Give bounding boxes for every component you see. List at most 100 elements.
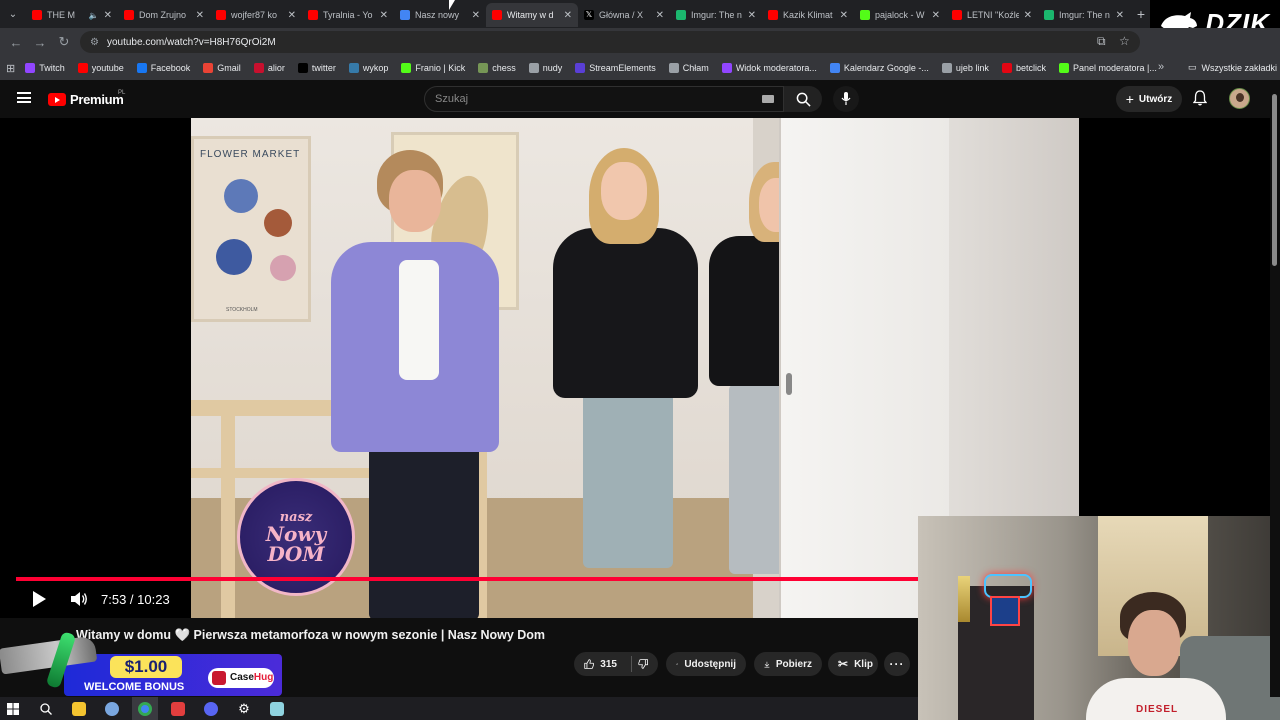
yt-favicon-icon <box>308 10 318 20</box>
close-tab-icon[interactable]: ✕ <box>288 10 296 21</box>
reload-icon[interactable]: ↻ <box>52 34 76 50</box>
brand-part-1: Case <box>230 672 254 683</box>
bookmark-favicon-icon <box>1001 63 1012 73</box>
bookmark-item[interactable]: StreamElements <box>575 63 656 73</box>
like-icon[interactable] <box>584 657 595 671</box>
tab-title: pajalock - W <box>875 10 925 20</box>
site-info-icon[interactable]: ⚙ <box>90 37 99 48</box>
tab-audio-icon[interactable]: 🔈 <box>89 11 99 20</box>
notifications-bell-icon[interactable] <box>1193 90 1207 106</box>
bookmark-label: nudy <box>542 63 563 73</box>
tab-title: Nasz nowy <box>415 10 460 20</box>
bookmark-item[interactable]: alior <box>253 63 285 73</box>
bookmark-item[interactable]: Kalendarz Google -... <box>829 63 929 73</box>
bookmark-item[interactable]: Facebook <box>136 63 190 73</box>
tab-title: Imgur: The n <box>691 10 742 20</box>
poster-title: FLOWER MARKET <box>200 149 301 160</box>
back-icon[interactable]: ← <box>4 35 28 50</box>
bookmark-item[interactable]: nudy <box>528 63 563 73</box>
close-tab-icon[interactable]: ✕ <box>932 10 940 21</box>
bookmark-item[interactable]: twitter <box>297 63 336 73</box>
close-tab-icon[interactable]: ✕ <box>748 10 756 21</box>
share-button[interactable]: Udostępnij <box>666 652 746 676</box>
tabs: THE M 🔈 ✕ Dom Zrujno ✕ wojfer87 ko ✕ Tyralnia -… <box>26 1 1130 27</box>
bookmark-item[interactable]: ujeb link <box>941 63 989 73</box>
bookmark-item[interactable]: Gmail <box>203 63 241 73</box>
browser-tab[interactable]: 𝕏 Główna / X ✕ <box>578 3 670 27</box>
browser-tab[interactable]: wojfer87 ko ✕ <box>210 3 302 27</box>
bookmark-item[interactable]: Widok moderatora... <box>721 63 817 73</box>
like-count[interactable]: 315 <box>600 659 617 670</box>
keyboard-icon[interactable] <box>762 95 774 103</box>
bookmark-star-icon[interactable]: ☆ <box>1119 34 1130 48</box>
page-scrollbar[interactable] <box>1270 80 1280 697</box>
bookmark-item[interactable]: wykop <box>348 63 388 73</box>
app-icon-3[interactable] <box>198 697 224 720</box>
app-icon-4[interactable] <box>264 697 290 720</box>
bookmark-item[interactable]: betclick <box>1001 63 1046 73</box>
close-tab-icon[interactable]: ✕ <box>472 10 480 21</box>
search-input[interactable]: Szukaj <box>424 86 784 112</box>
bookmark-item[interactable]: Panel moderatora |... <box>1058 63 1157 73</box>
tab-title: Kazik Klimat <box>783 10 833 20</box>
bookmark-item[interactable]: youtube <box>77 63 124 73</box>
forward-icon[interactable]: → <box>28 35 52 50</box>
play-icon[interactable] <box>30 590 48 608</box>
install-app-icon[interactable]: ⧉ <box>1097 34 1106 49</box>
chrome-favicon-icon <box>400 10 410 20</box>
browser-tab[interactable]: pajalock - W ✕ <box>854 3 946 27</box>
browser-tab[interactable]: Tyralnia - Yo ✕ <box>302 3 394 27</box>
dislike-icon[interactable] <box>637 657 648 671</box>
close-tab-icon[interactable]: ✕ <box>840 10 848 21</box>
browser-tab[interactable]: Nasz nowy ✕ <box>394 3 486 27</box>
menu-icon[interactable] <box>17 92 31 103</box>
taskbar-search-icon[interactable] <box>33 697 59 720</box>
browser-tab[interactable]: Dom Zrujno ✕ <box>118 3 210 27</box>
flower-market-poster: FLOWER MARKET STOCKHOLM <box>191 136 311 322</box>
mouse-cursor <box>449 0 455 10</box>
all-bookmarks-button[interactable]: ▭ Wszystkie zakładki <box>1188 62 1277 73</box>
bookmark-favicon-icon <box>721 63 732 73</box>
avatar[interactable] <box>1229 88 1250 109</box>
browser-tab[interactable]: Witamy w d ✕ <box>486 3 578 27</box>
volume-icon[interactable] <box>70 591 88 607</box>
scrollbar-thumb[interactable] <box>1272 94 1277 266</box>
new-tab-button[interactable]: + <box>1130 6 1152 22</box>
close-tab-icon[interactable]: ✕ <box>564 10 572 21</box>
more-actions-button[interactable]: ··· <box>884 652 910 676</box>
bookmark-label: Gmail <box>217 63 241 73</box>
poster-subtitle: STOCKHOLM <box>226 307 258 313</box>
browser-tab[interactable]: Kazik Klimat ✕ <box>762 3 854 27</box>
create-button[interactable]: + Utwórz <box>1116 86 1182 112</box>
apps-grid-icon[interactable]: ⊞ <box>6 62 15 75</box>
app-icon-2[interactable] <box>165 697 191 720</box>
tab-search-icon[interactable]: ⌄ <box>0 0 26 28</box>
settings-gear-icon[interactable]: ⚙ <box>231 697 257 720</box>
close-tab-icon[interactable]: ✕ <box>656 10 664 21</box>
browser-tab[interactable]: LETNI "Koźle ✕ <box>946 3 1038 27</box>
close-tab-icon[interactable]: ✕ <box>1116 10 1124 21</box>
app-icon-1[interactable] <box>99 697 125 720</box>
bookmark-item[interactable]: Chłam <box>668 63 709 73</box>
bookmark-item[interactable]: chess <box>478 63 516 73</box>
bookmark-item[interactable]: Franio | Kick <box>401 63 465 73</box>
browser-tab[interactable]: THE M 🔈 ✕ <box>26 3 118 27</box>
file-explorer-icon[interactable] <box>66 697 92 720</box>
browser-tab[interactable]: Imgur: The n ✕ <box>1038 3 1130 27</box>
clip-button[interactable]: ✂ Klip <box>828 652 878 676</box>
voice-search-button[interactable] <box>833 86 859 112</box>
more-bookmarks-icon[interactable]: » <box>1158 61 1164 73</box>
close-tab-icon[interactable]: ✕ <box>1024 10 1032 21</box>
close-tab-icon[interactable]: ✕ <box>104 10 112 21</box>
address-bar[interactable]: ⚙ youtube.com/watch?v=H8H76QrOi2M <box>80 31 1140 53</box>
bookmark-item[interactable]: Twitch <box>25 63 65 73</box>
chrome-taskbar-icon[interactable] <box>132 697 158 720</box>
browser-tab[interactable]: Imgur: The n ✕ <box>670 3 762 27</box>
close-tab-icon[interactable]: ✕ <box>380 10 388 21</box>
x-logo-favicon-icon: 𝕏 <box>584 10 594 20</box>
windows-start-icon[interactable] <box>0 697 26 720</box>
search-button[interactable] <box>784 86 822 112</box>
close-tab-icon[interactable]: ✕ <box>196 10 204 21</box>
download-button[interactable]: Pobierz <box>754 652 822 676</box>
youtube-logo[interactable]: Premium <box>48 92 124 107</box>
